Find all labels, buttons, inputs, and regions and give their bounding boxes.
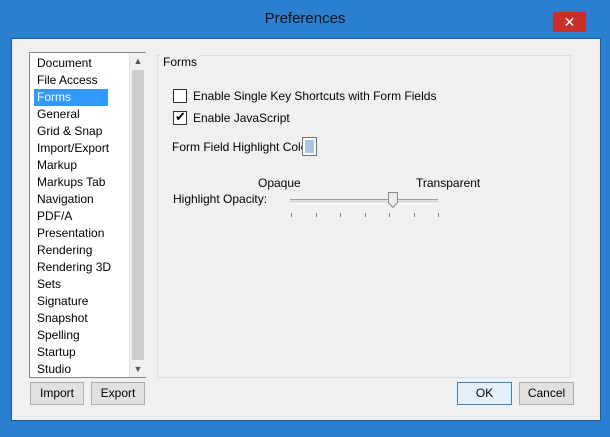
slider-tick	[414, 213, 415, 217]
opacity-slider-thumb[interactable]	[388, 192, 398, 208]
category-item[interactable]: Startup	[34, 344, 79, 361]
category-item[interactable]: Presentation	[34, 225, 107, 242]
category-item[interactable]: Spelling	[34, 327, 83, 344]
single-key-shortcuts-checkbox[interactable]	[173, 89, 187, 103]
category-item[interactable]: Signature	[34, 293, 91, 310]
scroll-up-arrow-icon[interactable]: ▲	[130, 53, 146, 69]
close-icon: ✕	[563, 14, 576, 30]
highlight-color-swatch	[305, 140, 314, 153]
opacity-max-label: Transparent	[416, 176, 481, 190]
export-button[interactable]: Export	[91, 382, 145, 405]
category-item[interactable]: Snapshot	[34, 310, 91, 327]
slider-tick	[316, 213, 317, 217]
opacity-min-label: Opaque	[258, 176, 301, 190]
javascript-checkbox[interactable]: ✔	[173, 109, 187, 125]
ok-button[interactable]: OK	[457, 382, 512, 405]
category-item[interactable]: Import/Export	[34, 140, 112, 157]
dialog-body: Document File Access Forms General Grid …	[11, 38, 601, 421]
category-item[interactable]: Sets	[34, 276, 64, 293]
category-item[interactable]: Markups Tab	[34, 174, 108, 191]
slider-tick	[340, 213, 341, 217]
category-item[interactable]: Grid & Snap	[34, 123, 105, 140]
checkmark-icon: ✔	[175, 109, 186, 124]
slider-tick	[389, 213, 390, 217]
slider-tick	[438, 213, 439, 217]
forms-group-frame	[157, 55, 571, 378]
single-key-shortcuts-label[interactable]: Enable Single Key Shortcuts with Form Fi…	[193, 89, 436, 103]
scroll-down-arrow-icon[interactable]: ▼	[130, 361, 146, 377]
category-list[interactable]: Document File Access Forms General Grid …	[29, 52, 146, 378]
category-item[interactable]: Navigation	[34, 191, 97, 208]
window-title: Preferences	[264, 10, 346, 27]
import-button[interactable]: Import	[30, 382, 84, 405]
category-item[interactable]: Rendering	[34, 242, 95, 259]
slider-tick	[365, 213, 366, 217]
preferences-window: Preferences ✕ Document File Access Forms…	[0, 0, 610, 437]
highlight-color-button[interactable]	[302, 137, 317, 156]
close-button[interactable]: ✕	[553, 12, 586, 32]
category-item[interactable]: Document	[34, 55, 95, 72]
category-item[interactable]: Rendering 3D	[34, 259, 114, 276]
scroll-thumb[interactable]	[132, 70, 144, 360]
opacity-slider-track[interactable]	[290, 199, 438, 204]
category-item[interactable]: Studio	[34, 361, 74, 378]
highlight-color-label: Form Field Highlight Color:	[172, 140, 315, 154]
category-item[interactable]: File Access	[34, 72, 101, 89]
category-scrollbar[interactable]: ▲ ▼	[129, 53, 146, 377]
slider-tick	[291, 213, 292, 217]
category-item-selected[interactable]: Forms	[34, 89, 108, 106]
forms-group-caption: Forms	[161, 55, 199, 69]
javascript-label[interactable]: Enable JavaScript	[193, 111, 290, 125]
category-item[interactable]: Markup	[34, 157, 80, 174]
cancel-button[interactable]: Cancel	[519, 382, 574, 405]
highlight-opacity-label: Highlight Opacity:	[173, 192, 268, 206]
category-item[interactable]: General	[34, 106, 83, 123]
category-item[interactable]: PDF/A	[34, 208, 75, 225]
